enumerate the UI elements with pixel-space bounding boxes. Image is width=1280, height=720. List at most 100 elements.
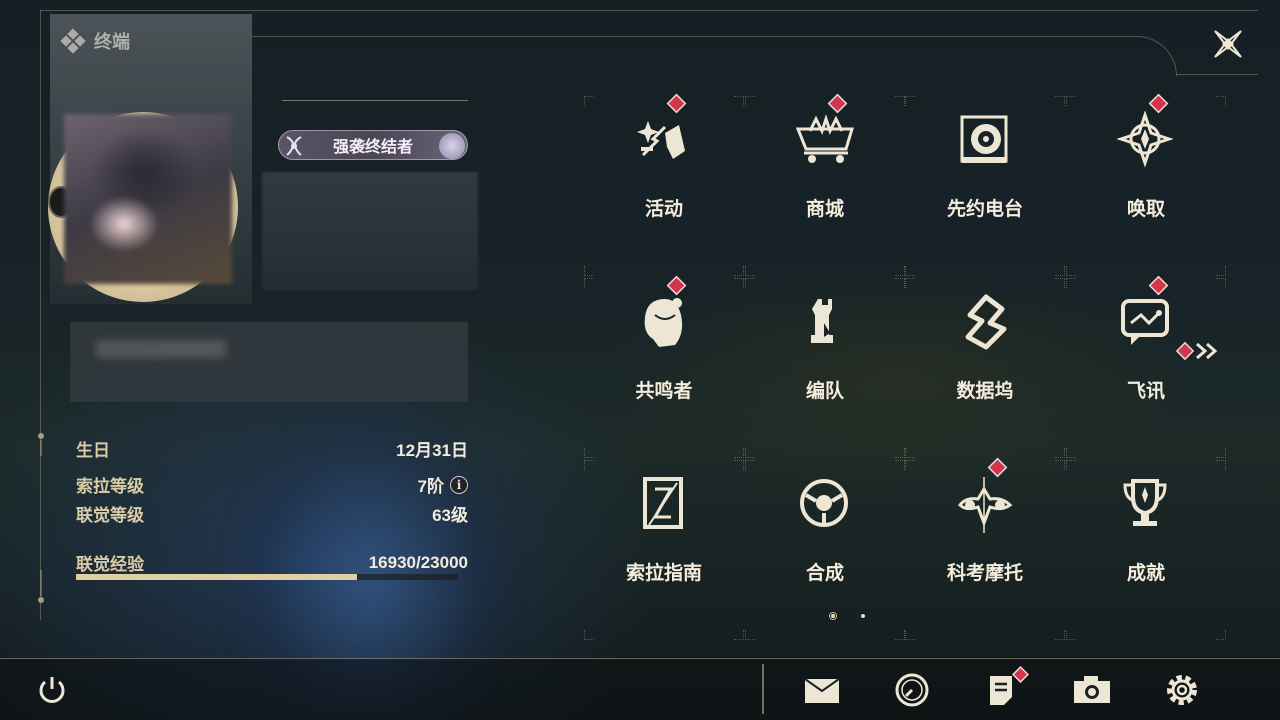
tile-corner — [584, 448, 594, 458]
menu-item-resonator[interactable]: 共鸣者 — [584, 277, 744, 458]
stat-label: 联觉经验 — [76, 555, 144, 574]
camera-icon — [1074, 676, 1110, 703]
tile-corner — [1216, 278, 1226, 288]
tile-corner — [1216, 266, 1226, 276]
menu-item-label: 商城 — [805, 199, 844, 220]
notification-dot — [829, 95, 846, 112]
tile-corner — [1216, 460, 1226, 470]
settings-button[interactable] — [1162, 670, 1202, 710]
screenshot-button[interactable] — [1072, 670, 1112, 710]
guide-icon — [634, 474, 694, 534]
tile-corner — [905, 96, 915, 106]
tile-corner — [745, 96, 755, 106]
menu-item-label: 合成 — [805, 563, 844, 584]
info-icon[interactable]: i — [450, 475, 468, 494]
tile-corner — [734, 630, 744, 640]
menu-item-label: 活动 — [644, 199, 683, 220]
menu-item-label: 索拉指南 — [625, 563, 702, 584]
menu-item-summon[interactable]: 唤取 — [1066, 95, 1226, 276]
title-divider — [282, 100, 468, 101]
signature-text — [96, 340, 226, 358]
stat-value-wrap: 7阶 i — [418, 472, 468, 497]
double-chevron-right-icon — [1196, 342, 1218, 360]
power-icon — [39, 677, 65, 703]
frame-arc — [252, 36, 1177, 76]
notification-dot — [1150, 95, 1167, 112]
menu-item-activity[interactable]: 活动 — [584, 95, 744, 276]
tile-corner — [584, 266, 594, 276]
notice-button[interactable] — [982, 668, 1027, 710]
mail-button[interactable] — [802, 670, 842, 710]
tile-corner — [905, 266, 915, 276]
stat-row-union-level: 联觉等级 63级 — [76, 501, 468, 526]
tile-corner — [584, 460, 594, 470]
page-indicator[interactable] — [861, 614, 865, 618]
tile-corner — [1216, 448, 1226, 458]
menu-item-radio[interactable]: 先约电台 — [905, 96, 1065, 276]
side-ornament — [38, 433, 44, 603]
tile-corner — [1066, 278, 1076, 288]
tile-corner — [584, 278, 594, 288]
title-badge[interactable]: 强袭终结者 — [278, 130, 468, 160]
menu-item-label: 飞讯 — [1126, 381, 1165, 402]
menu-item-label: 先约电台 — [946, 199, 1023, 220]
menu-item-data-bank[interactable]: 数据坞 — [905, 278, 1065, 458]
tile-corner — [1216, 630, 1226, 640]
team-icon — [795, 292, 855, 352]
menu-item-motorcycle[interactable]: 科考摩托 — [905, 459, 1065, 640]
signature-area[interactable] — [70, 322, 468, 402]
tile-corner — [1066, 460, 1076, 470]
notification-dot — [989, 459, 1006, 476]
power-button[interactable] — [32, 670, 72, 710]
badge-orb-icon — [439, 133, 465, 159]
menu-item-synthesis[interactable]: 合成 — [745, 460, 905, 640]
stat-label: 联觉等级 — [76, 506, 144, 525]
menu-item-guide[interactable]: 索拉指南 — [584, 460, 744, 640]
tile-corner — [584, 630, 594, 640]
tile-corner — [1066, 630, 1076, 640]
frame-top-border — [40, 10, 1258, 11]
notice-icon — [990, 676, 1012, 705]
menu-item-trophy[interactable]: 成就 — [1066, 460, 1226, 640]
tile-corner — [1066, 96, 1076, 106]
menu-item-team[interactable]: 编队 — [745, 278, 905, 458]
menu-item-label: 数据坞 — [956, 381, 1014, 402]
menu-item-label: 唤取 — [1126, 199, 1165, 220]
tile-corner — [1066, 266, 1076, 276]
menu-item-chat[interactable]: 飞讯 — [1066, 277, 1226, 458]
nickname-area — [262, 172, 478, 290]
stat-value: 16930/23000 — [368, 552, 468, 572]
next-page-button[interactable] — [1177, 338, 1226, 364]
stat-value: 63级 — [432, 506, 468, 525]
tile-corner — [895, 460, 905, 470]
tile-corner — [734, 448, 744, 458]
tile-corner — [1055, 266, 1065, 276]
clock-button[interactable] — [892, 670, 932, 710]
tile-corner — [1055, 278, 1065, 288]
data-bank-icon — [955, 292, 1015, 352]
resonator-icon — [634, 292, 694, 352]
exp-progress-fill — [76, 574, 358, 580]
tile-corner — [745, 630, 755, 640]
tile-corner — [895, 630, 905, 640]
shop-icon — [795, 110, 855, 170]
menu-item-shop[interactable]: 商城 — [745, 95, 905, 276]
stat-row-sol-rank: 索拉等级 7阶 i — [76, 472, 468, 497]
menu-item-label: 科考摩托 — [946, 563, 1023, 584]
notification-dot — [668, 95, 685, 112]
page-indicator-active[interactable] — [829, 612, 837, 620]
avatar[interactable] — [64, 114, 232, 284]
notification-dot — [668, 277, 685, 294]
tile-corner — [584, 96, 594, 106]
tile-corner — [734, 96, 744, 106]
tile-corner — [734, 460, 744, 470]
notification-dot — [1150, 277, 1167, 294]
mail-icon — [804, 678, 840, 703]
exp-progress-bar — [76, 574, 458, 580]
tile-corner — [745, 278, 755, 288]
close-button[interactable] — [1208, 24, 1248, 64]
stat-row-birthday: 生日 12月31日 — [76, 436, 468, 461]
trophy-icon — [1116, 474, 1176, 534]
menu-item-label: 共鸣者 — [635, 381, 693, 402]
chat-icon — [1116, 292, 1176, 352]
